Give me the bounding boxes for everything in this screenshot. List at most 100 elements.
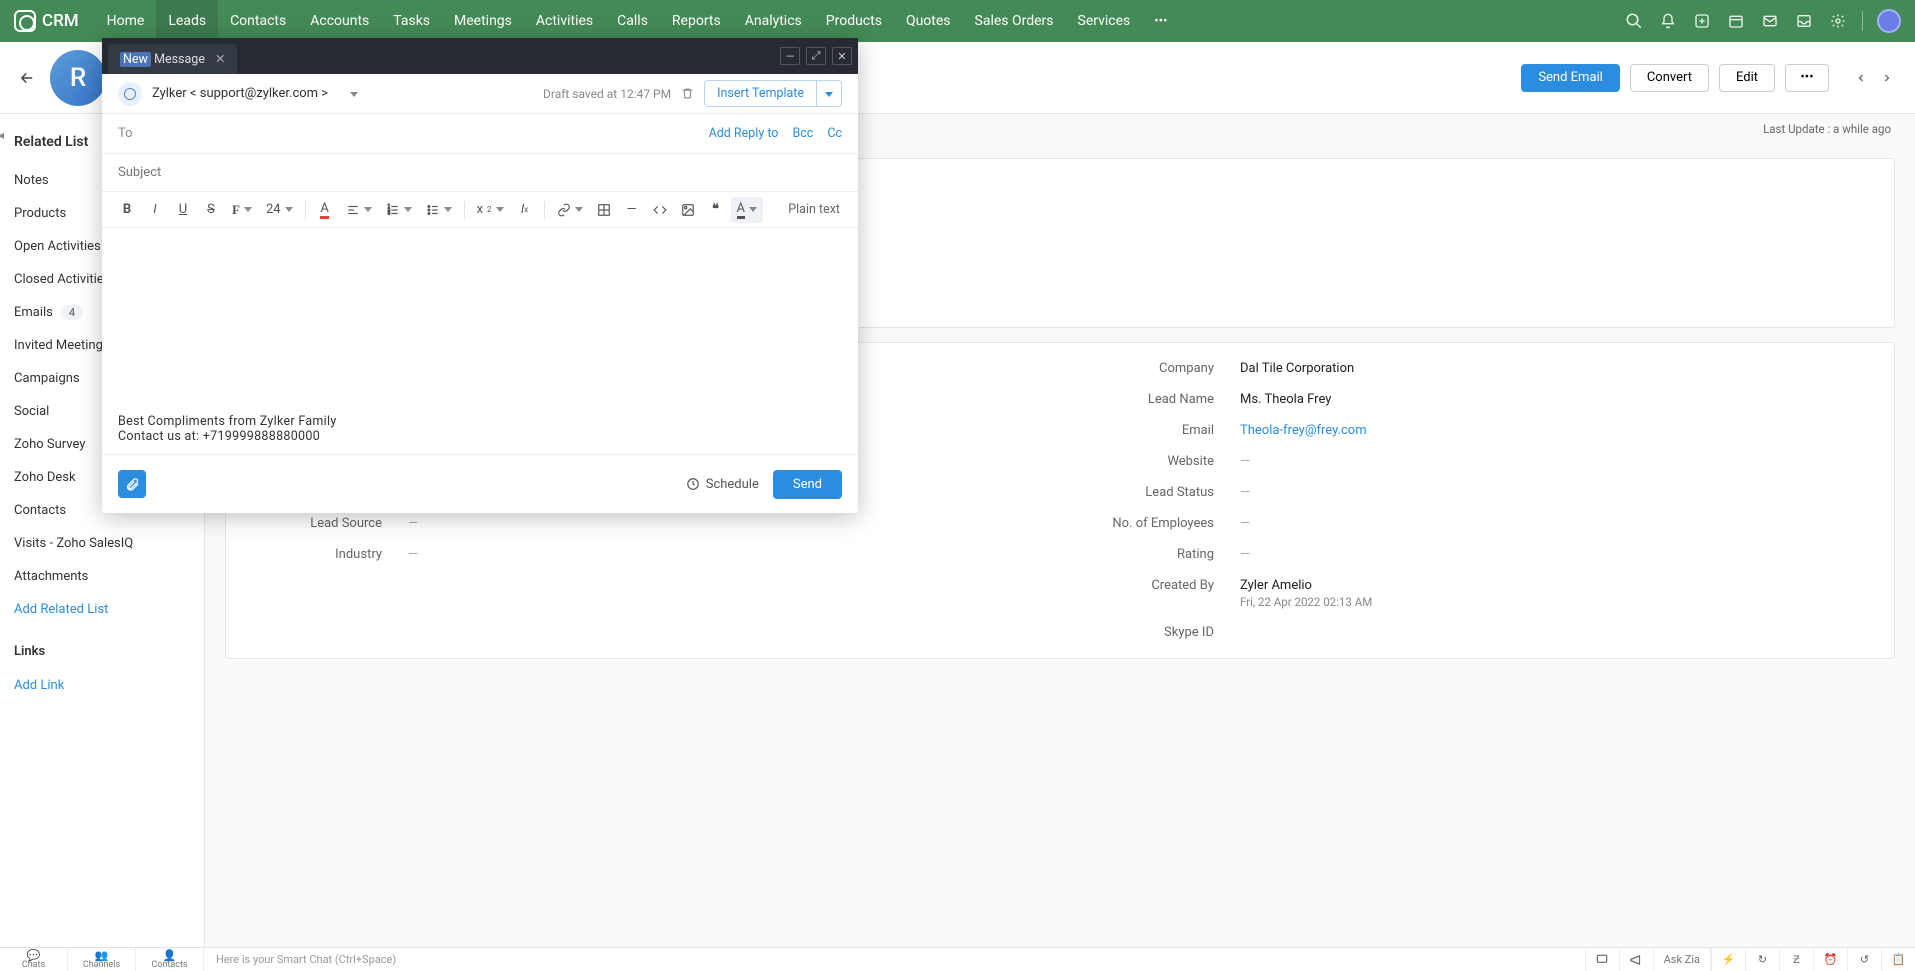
- compose-tab[interactable]: New Message ✕: [108, 44, 237, 74]
- more-actions-button[interactable]: •••: [1785, 64, 1829, 92]
- nav-item-services[interactable]: Services: [1066, 0, 1143, 42]
- info-label: Company: [1080, 361, 1240, 376]
- reminder-icon[interactable]: ⏰: [1813, 948, 1847, 971]
- nav-item-contacts[interactable]: Contacts: [218, 0, 298, 42]
- nav-item-reports[interactable]: Reports: [660, 0, 733, 42]
- table-icon[interactable]: [591, 197, 617, 223]
- sidebar-item-label: Open Activities: [14, 239, 101, 254]
- nav-item-home[interactable]: Home: [95, 0, 157, 42]
- sidebar-item-label: Invited Meetings: [14, 338, 110, 353]
- plus-icon[interactable]: [1692, 11, 1712, 31]
- nav-item-meetings[interactable]: Meetings: [442, 0, 524, 42]
- send-button[interactable]: Send: [773, 470, 842, 499]
- unordered-list-icon[interactable]: [420, 197, 458, 223]
- next-record-icon[interactable]: [1877, 68, 1897, 88]
- brand[interactable]: CRM: [14, 10, 79, 32]
- add-reply-to-link[interactable]: Add Reply to: [709, 126, 779, 141]
- history-icon[interactable]: ↺: [1847, 948, 1881, 971]
- widget-icon[interactable]: ⚡: [1711, 948, 1745, 971]
- inbox-icon[interactable]: [1794, 11, 1814, 31]
- nav-item-analytics[interactable]: Analytics: [733, 0, 814, 42]
- sidebar-item-label: Visits - Zoho SalesIQ: [14, 536, 133, 551]
- edit-button[interactable]: Edit: [1719, 64, 1775, 92]
- ordered-list-icon[interactable]: 123: [380, 197, 418, 223]
- nav-more[interactable]: •••: [1142, 14, 1179, 29]
- insert-template-button[interactable]: Insert Template: [704, 80, 817, 107]
- bottom-bar: 💬Chats 👥Channels 👤Contacts Here is your …: [0, 947, 1915, 971]
- from-account-icon[interactable]: [118, 82, 142, 106]
- from-dropdown-icon[interactable]: [350, 86, 358, 101]
- minimize-icon[interactable]: —: [780, 47, 800, 65]
- highlight-icon[interactable]: A: [731, 197, 763, 223]
- insert-template-dropdown[interactable]: [817, 80, 842, 107]
- bottom-tab-contacts[interactable]: 👤Contacts: [136, 948, 204, 971]
- italic-icon[interactable]: I: [142, 197, 168, 223]
- sidebar-item-badge: 4: [61, 305, 83, 320]
- nav-item-quotes[interactable]: Quotes: [894, 0, 963, 42]
- attach-icon[interactable]: [118, 470, 146, 498]
- mail-icon[interactable]: [1760, 11, 1780, 31]
- collapse-sidebar-icon[interactable]: ◂: [0, 128, 4, 142]
- chat-popup-icon[interactable]: [1585, 948, 1619, 971]
- cc-link[interactable]: Cc: [827, 126, 842, 141]
- prev-record-icon[interactable]: [1851, 68, 1871, 88]
- nav-item-accounts[interactable]: Accounts: [298, 0, 381, 42]
- close-icon[interactable]: ✕: [832, 47, 852, 65]
- nav-item-sales-orders[interactable]: Sales Orders: [963, 0, 1066, 42]
- text-color-icon[interactable]: A: [312, 197, 338, 223]
- link-icon[interactable]: [551, 197, 589, 223]
- calendar-icon[interactable]: [1726, 11, 1746, 31]
- clipboard-icon[interactable]: 📋: [1881, 948, 1915, 971]
- quote-icon[interactable]: ❝: [703, 197, 729, 223]
- email-body[interactable]: [102, 228, 858, 414]
- announce-icon[interactable]: [1619, 948, 1653, 971]
- search-icon[interactable]: [1624, 11, 1644, 31]
- info-label: Created By: [1080, 578, 1240, 593]
- nav-item-calls[interactable]: Calls: [605, 0, 660, 42]
- align-icon[interactable]: [340, 197, 378, 223]
- info-row: Lead Status—: [1080, 485, 1872, 500]
- info-label: Rating: [1080, 547, 1240, 562]
- svg-text:3: 3: [387, 210, 390, 215]
- back-icon[interactable]: [18, 69, 36, 87]
- strikethrough-icon[interactable]: S: [198, 197, 224, 223]
- refresh-icon[interactable]: ↻: [1745, 948, 1779, 971]
- sidebar-item-visits-zoho-salesiq[interactable]: Visits - Zoho SalesIQ: [14, 527, 190, 560]
- schedule-button[interactable]: Schedule: [686, 477, 759, 492]
- hr-icon[interactable]: —: [619, 197, 645, 223]
- subject-input[interactable]: [118, 165, 842, 180]
- info-value-link[interactable]: Theola-frey@frey.com: [1240, 423, 1367, 438]
- bcc-link[interactable]: Bcc: [792, 126, 813, 141]
- sidebar-item-attachments[interactable]: Attachments: [14, 560, 190, 593]
- to-row[interactable]: To Add Reply to Bcc Cc: [102, 114, 858, 154]
- code-icon[interactable]: [647, 197, 673, 223]
- add-link[interactable]: Add Link: [14, 669, 190, 702]
- bold-icon[interactable]: B: [114, 197, 140, 223]
- nav-item-products[interactable]: Products: [814, 0, 894, 42]
- maximize-icon[interactable]: ⤢: [806, 47, 826, 65]
- font-family-icon[interactable]: F: [226, 197, 258, 223]
- add-related-list-link[interactable]: Add Related List: [14, 593, 190, 626]
- user-avatar[interactable]: [1877, 9, 1901, 33]
- bottom-tab-chats[interactable]: 💬Chats: [0, 948, 68, 971]
- nav-item-leads[interactable]: Leads: [156, 0, 218, 42]
- ask-zia-button[interactable]: Ask Zia: [1653, 948, 1711, 971]
- clear-format-icon[interactable]: Ix: [512, 197, 538, 223]
- convert-button[interactable]: Convert: [1630, 64, 1709, 92]
- bell-icon[interactable]: [1658, 11, 1678, 31]
- font-size-select[interactable]: 24: [260, 197, 299, 223]
- close-tab-icon[interactable]: ✕: [215, 51, 225, 67]
- plain-text-toggle[interactable]: Plain text: [782, 202, 846, 217]
- send-email-button[interactable]: Send Email: [1521, 64, 1620, 92]
- superscript-icon[interactable]: x2: [471, 197, 510, 223]
- bottom-tab-channels[interactable]: 👥Channels: [68, 948, 136, 971]
- zia-icon[interactable]: Ƶ: [1779, 948, 1813, 971]
- info-value: —: [408, 547, 1040, 562]
- image-icon[interactable]: [675, 197, 701, 223]
- discard-draft-icon[interactable]: [681, 87, 694, 100]
- underline-icon[interactable]: U: [170, 197, 196, 223]
- gear-icon[interactable]: [1828, 11, 1848, 31]
- compose-tab-rest: Message: [154, 52, 205, 67]
- nav-item-activities[interactable]: Activities: [524, 0, 605, 42]
- nav-item-tasks[interactable]: Tasks: [381, 0, 442, 42]
